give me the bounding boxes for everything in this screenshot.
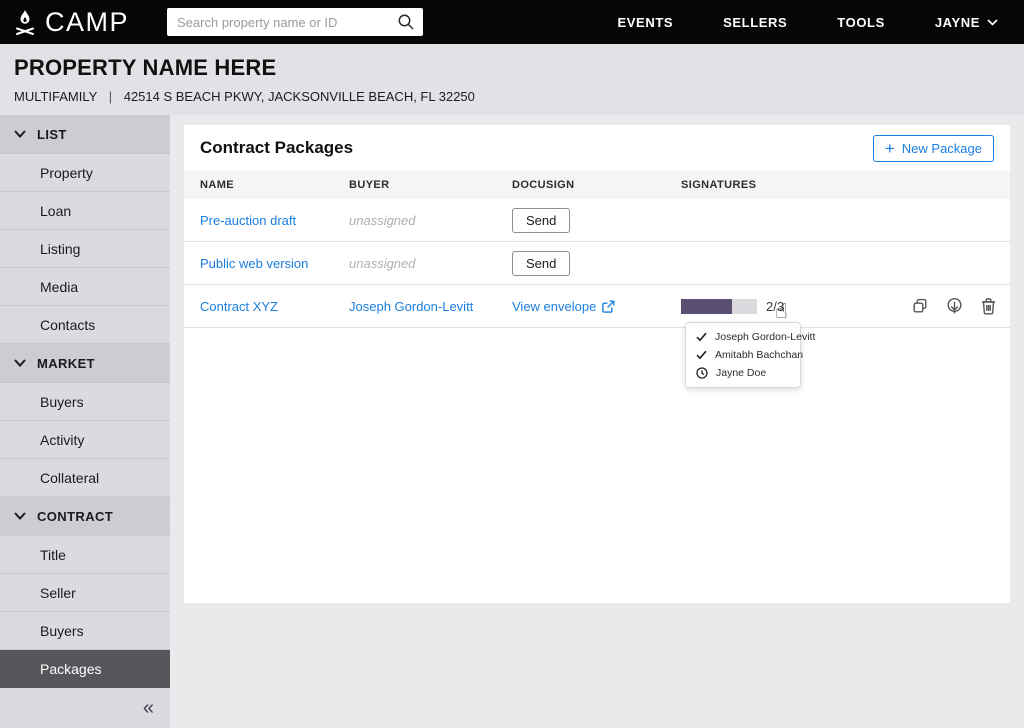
logo[interactable]: CAMP [14,7,129,38]
sidebar-item-listing[interactable]: Listing [0,230,170,268]
signer-name: Joseph Gordon-Levitt [715,331,816,343]
buyer-link[interactable]: Joseph Gordon-Levitt [349,299,473,314]
sidebar-item-loan[interactable]: Loan [0,192,170,230]
search-icon[interactable] [397,13,415,31]
sidebar-section-list[interactable]: LIST [0,115,170,154]
main-content: Contract Packages + New Package NAME BUY… [170,115,1024,728]
view-envelope-link[interactable]: View envelope [512,299,681,314]
top-navigation: EVENTS SELLERS TOOLS JAYNE [618,15,998,30]
check-icon [696,332,707,342]
download-icon[interactable] [945,297,964,316]
collapse-sidebar-icon[interactable]: « [143,698,154,718]
package-link[interactable]: Public web version [200,256,308,271]
property-type: MULTIFAMILY [14,89,98,104]
package-link[interactable]: Pre-auction draft [200,213,296,228]
page-title: Contract Packages [200,138,354,157]
sidebar-item-buyers-market[interactable]: Buyers [0,383,170,421]
topbar: CAMP EVENTS SELLERS TOOLS JAYNE [0,0,1024,44]
sidebar-item-title[interactable]: Title [0,536,170,574]
signer-row: Joseph Gordon-Levitt [686,328,815,346]
sidebar-item-packages[interactable]: Packages [0,650,170,688]
sidebar-section-contract[interactable]: CONTRACT [0,497,170,536]
search-box [167,8,424,36]
send-button[interactable]: Send [512,207,571,233]
chevron-down-icon [14,359,26,367]
table-row: Pre-auction draft unassigned Send [184,199,1010,242]
package-link[interactable]: Contract XYZ [200,299,278,314]
signer-name: Amitabh Bachchan [715,349,804,361]
buyer-unassigned: unassigned [349,212,416,228]
chevron-down-icon [14,512,26,520]
actions-cell [880,297,1010,316]
send-button[interactable]: Send [512,250,571,276]
nav-tools[interactable]: TOOLS [837,15,885,30]
chevron-down-icon [14,130,26,138]
user-menu[interactable]: JAYNE [935,15,998,30]
table-row: Public web version unassigned Send [184,242,1010,285]
table-row: Contract XYZ Joseph Gordon-Levitt View e… [184,285,1010,328]
nav-sellers[interactable]: SELLERS [723,15,787,30]
chevron-down-icon [987,18,998,26]
sidebar-item-activity[interactable]: Activity [0,421,170,459]
property-subtitle: MULTIFAMILY | 42514 S BEACH PKWY, JACKSO… [14,89,1010,104]
nav-events[interactable]: EVENTS [618,15,674,30]
sidebar-item-contacts[interactable]: Contacts [0,306,170,344]
sidebar-item-property[interactable]: Property [0,154,170,192]
property-header: PROPERTY NAME HERE MULTIFAMILY | 42514 S… [0,44,1024,115]
logo-text: CAMP [45,6,130,37]
check-icon [696,350,707,360]
signer-row: Amitabh Bachchan [686,346,804,364]
clock-icon [696,367,708,379]
user-menu-label: JAYNE [934,14,980,30]
property-address: 42514 S BEACH PKWY, JACKSONVILLE BEACH, … [123,89,475,104]
column-header-name: NAME [200,179,234,191]
panel-header: Contract Packages + New Package [184,125,1010,171]
section-label: CONTRACT [37,508,114,524]
column-header-docusign: DOCUSIGN [512,179,575,191]
subtitle-separator: | [108,89,113,104]
sidebar-item-seller[interactable]: Seller [0,574,170,612]
view-envelope-label: View envelope [512,298,597,314]
search-input[interactable] [177,14,398,30]
contract-packages-panel: Contract Packages + New Package NAME BUY… [184,125,1010,603]
signature-progress-fill [681,298,732,314]
sidebar-section-market[interactable]: MARKET [0,344,170,383]
external-link-icon [602,300,615,313]
signer-row: Jayne Doe [686,364,800,382]
sidebar-item-collateral[interactable]: Collateral [0,459,170,497]
sidebar: LIST Property Loan Listing Media Contact… [0,115,170,728]
sidebar-item-buyers-contract[interactable]: Buyers [0,612,170,650]
copy-icon[interactable] [911,297,929,315]
sidebar-footer: « [0,688,170,728]
property-title: PROPERTY NAME HERE [14,55,277,80]
column-header-buyer: BUYER [349,179,390,191]
signers-popover: Joseph Gordon-Levitt Amitabh Bachchan Ja… [685,322,815,388]
section-label: LIST [37,126,67,142]
signer-name: Jayne Doe [716,367,767,379]
new-package-button[interactable]: + New Package [872,134,994,162]
section-label: MARKET [37,355,96,371]
signature-progress-bar[interactable] [681,298,757,314]
sidebar-item-media[interactable]: Media [0,268,170,306]
pointer-cursor-icon: ☝ [775,299,788,323]
plus-icon: + [884,138,895,158]
new-package-label: New Package [901,140,982,156]
column-header-signatures: SIGNATURES [681,179,757,191]
campfire-icon [14,9,36,36]
buyer-unassigned: unassigned [349,255,416,271]
trash-icon[interactable] [980,297,997,315]
table-header-row: NAME BUYER DOCUSIGN SIGNATURES [184,171,1010,199]
